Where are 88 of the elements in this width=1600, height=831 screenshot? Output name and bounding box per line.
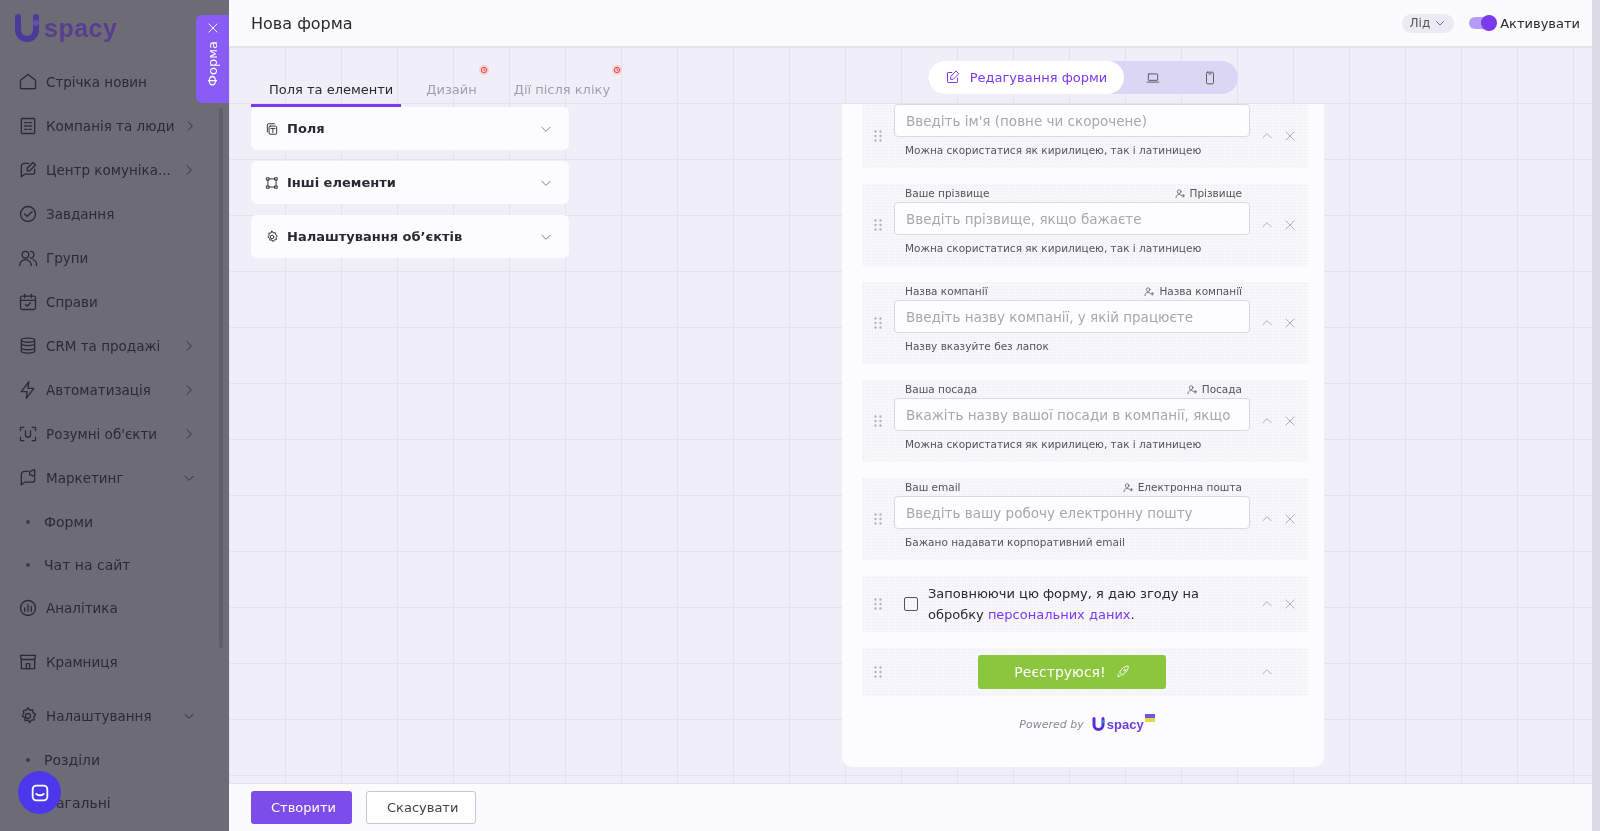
field-label: Ваша посада <box>905 383 978 395</box>
nav-item[interactable]: Маркетинг <box>18 456 196 500</box>
nav-item[interactable]: Аналітика <box>18 586 196 630</box>
database-icon <box>18 336 38 356</box>
nav-subitem[interactable]: агальні <box>56 794 111 811</box>
field-hint: Назву вказуйте без лапок <box>904 339 1050 354</box>
create-button[interactable]: Створити <box>251 791 352 824</box>
drag-handle-icon <box>874 415 882 427</box>
bullet-icon <box>26 519 30 524</box>
logo-icon <box>14 13 42 43</box>
field-hint: Можна скористатися як кирилицею, так і латиницею <box>904 241 1203 256</box>
nav-item[interactable]: Справи <box>18 280 196 324</box>
chart-icon <box>18 598 38 618</box>
view-mode-button[interactable]: Редагування форми <box>928 61 1124 94</box>
bullet-icon <box>26 757 30 762</box>
input-field[interactable]: Введіть назву компанії, у якій працюєте <box>894 300 1250 333</box>
accordion-header[interactable]: Налаштування об’єктів <box>251 215 569 258</box>
drag-handle-icon <box>874 317 882 329</box>
brand-logo: spacy <box>1091 716 1155 732</box>
drag-handle-icon <box>874 130 882 142</box>
user-plus-icon <box>1186 383 1198 395</box>
text-field-icon <box>265 121 279 136</box>
nav-item[interactable]: Автоматизація <box>18 368 196 412</box>
field-label: Ваш email <box>905 481 961 493</box>
nav-item[interactable]: CRM та продажі <box>18 324 196 368</box>
field-mapping: Назва компанії <box>1159 285 1242 297</box>
input-field[interactable]: Введіть прізвище, якщо бажаєте <box>894 202 1250 235</box>
input-field[interactable]: Введіть ім'я (повне чи скорочене) <box>894 104 1250 137</box>
nav-subitem[interactable]: Форми <box>44 513 94 530</box>
field-hint: Бажано надавати корпоративний email <box>904 535 1126 550</box>
field-mapping: Електронна пошта <box>1137 481 1242 493</box>
consent-text: Заповнюючи цю форму, я даю згоду на обробку персональних даних. <box>928 585 1201 624</box>
chat-edit-icon <box>18 160 38 180</box>
entity-dropdown[interactable]: Лід <box>1401 13 1455 33</box>
nav-item[interactable]: Крамниця <box>18 640 196 684</box>
accordion-header[interactable]: Інші елементи <box>251 161 569 204</box>
field-mapping: Прізвище <box>1189 187 1242 199</box>
page-title: Нова форма <box>251 13 353 33</box>
scan-icon <box>18 424 38 444</box>
input-field[interactable]: Вкажіть назву вашої посади в компанії, якщо <box>894 398 1250 431</box>
nav-item[interactable]: Центр комуніка... <box>18 148 196 192</box>
check-circle-icon <box>18 204 38 224</box>
drag-handle-icon <box>874 598 882 610</box>
field-hint: Можна скористатися як кирилицею, так і латиницею <box>904 143 1203 158</box>
nav-item[interactable]: Завдання <box>18 192 196 236</box>
store-icon <box>18 652 38 672</box>
tab[interactable]: Дії після кліку <box>496 63 623 107</box>
nav-item[interactable]: Налаштування <box>18 694 196 738</box>
calendar-icon <box>18 292 38 312</box>
rocket-icon <box>1115 665 1130 679</box>
toggle-switch[interactable] <box>1469 17 1497 29</box>
submit-button[interactable]: Реєструюся! <box>978 655 1166 689</box>
consent-link[interactable]: персональних даних <box>987 607 1131 622</box>
home-icon <box>18 72 38 92</box>
field-mapping: Посада <box>1201 383 1242 395</box>
edit-icon <box>944 70 960 85</box>
vector-square-icon <box>265 175 279 190</box>
drag-handle-icon <box>874 219 882 231</box>
flag-icon <box>1144 714 1155 722</box>
checkbox[interactable] <box>904 597 918 611</box>
user-plus-icon <box>1122 481 1134 493</box>
nav-item[interactable]: Компанія та люди <box>18 104 196 148</box>
drag-handle-icon <box>874 513 882 525</box>
drag-handle-icon <box>874 666 882 678</box>
panel-tab[interactable]: Форма <box>196 15 229 103</box>
cancel-button[interactable]: Скасувати <box>366 791 476 824</box>
field-label: Назва компанії <box>905 285 988 297</box>
nav-item[interactable]: Розумні об'єкти <box>18 412 196 456</box>
nav-item[interactable]: Стрічка новин <box>18 60 196 104</box>
user-plus-icon <box>1174 187 1186 199</box>
powered-by-text: Powered by <box>1019 717 1084 731</box>
nav-item[interactable]: Групи <box>18 236 196 280</box>
settings-icon <box>265 229 279 244</box>
field-hint: Можна скористатися як кирилицею, так і латиницею <box>904 437 1203 452</box>
user-plus-icon <box>1144 285 1156 297</box>
users-icon <box>18 248 38 268</box>
tab[interactable]: Дизайн <box>409 63 489 107</box>
nav-subitem[interactable]: Чат на сайт <box>44 556 131 573</box>
building-icon <box>18 116 38 136</box>
close-icon <box>205 21 220 35</box>
toggle-label: Активувати <box>1500 15 1580 31</box>
input-field[interactable]: Введіть вашу робочу електронну пошту <box>894 496 1250 529</box>
logo-icon <box>1091 716 1106 732</box>
accordion-header[interactable]: Поля <box>251 107 569 150</box>
bullet-icon <box>26 562 30 567</box>
laptop-icon <box>1145 70 1160 85</box>
field-label: Ваше прізвище <box>905 187 990 199</box>
nav-subitem[interactable]: Розділи <box>44 751 101 768</box>
